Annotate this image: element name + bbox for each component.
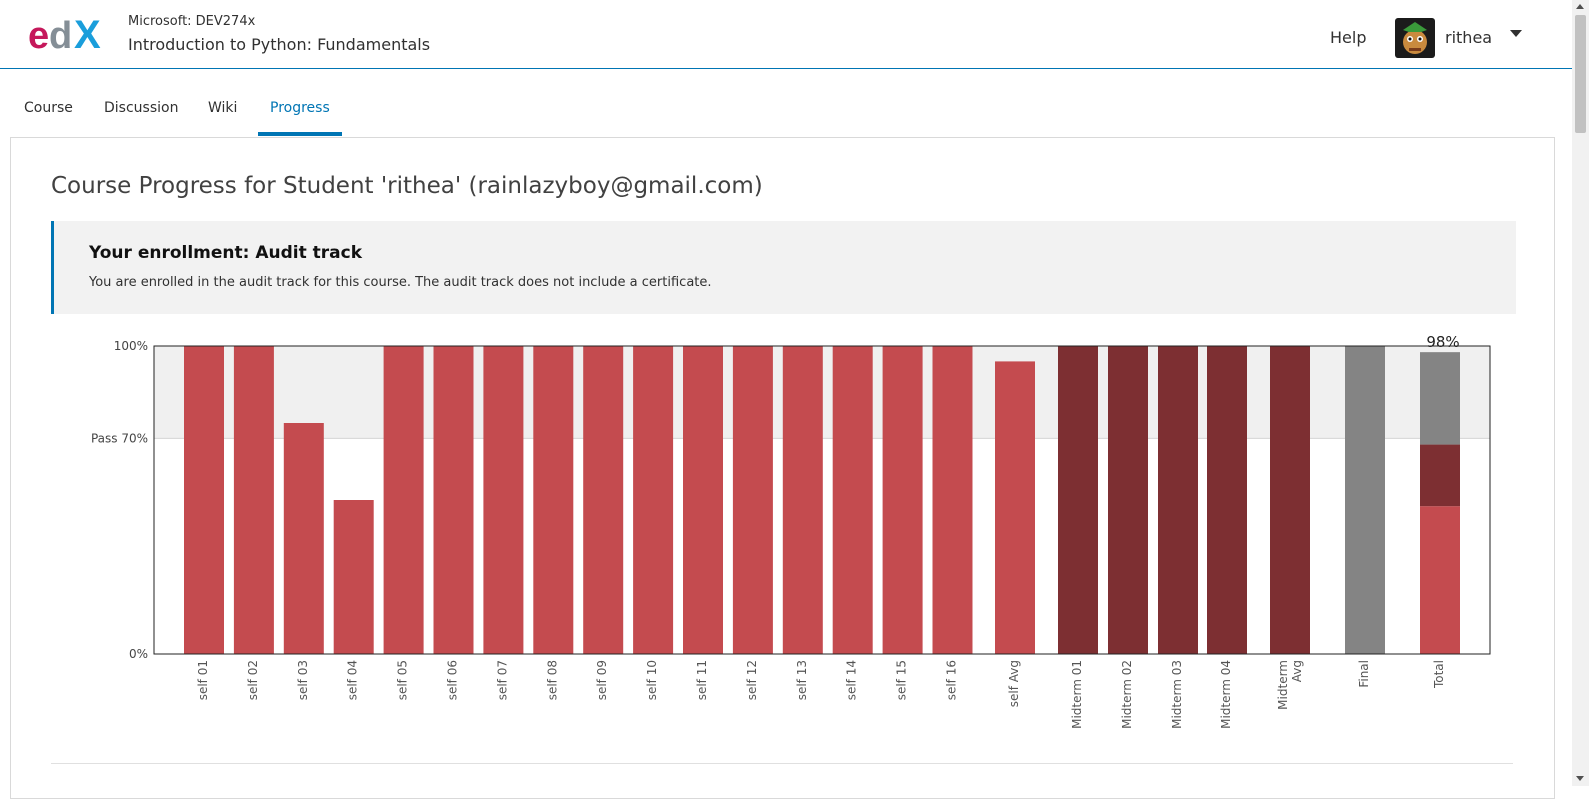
x-tick-label: Midterm 04 — [1219, 660, 1233, 729]
x-tick-label: self 13 — [795, 660, 809, 700]
y-tick-label: Pass 70% — [91, 431, 148, 445]
chart-bar — [533, 346, 574, 654]
x-tick-label: Midterm 01 — [1070, 660, 1084, 729]
chart-bar — [583, 346, 624, 654]
scroll-down-icon[interactable] — [1576, 776, 1584, 781]
x-tick-label: self 11 — [695, 660, 709, 700]
x-tick-label: self 08 — [545, 660, 559, 700]
chart-bar — [683, 346, 723, 654]
chart-bar — [633, 346, 674, 654]
x-tick-label: self 15 — [895, 660, 909, 700]
total-value-label: 98% — [1426, 333, 1459, 351]
x-tick-label: Total — [1432, 660, 1446, 689]
chart-bar — [732, 346, 773, 654]
x-tick-label: self 02 — [246, 660, 260, 700]
chart-bar — [1345, 346, 1385, 654]
x-tick-label: self Avg — [1007, 660, 1021, 707]
scrollbar-thumb[interactable] — [1575, 15, 1586, 133]
chart-bar — [1207, 346, 1247, 654]
chart-bar — [1158, 346, 1198, 654]
grade-chart: self 01 self 02 self 03 self 04 self 05 self … — [91, 333, 1491, 729]
chart-bar — [333, 500, 374, 654]
chart-bar — [283, 423, 324, 654]
x-tick-label: Final — [1357, 660, 1371, 688]
chart-bar — [233, 346, 274, 654]
chart-bar — [782, 346, 823, 654]
x-tick-label: self 05 — [396, 660, 410, 700]
x-tick-label: self 10 — [645, 660, 659, 700]
x-tick-label: self 12 — [745, 660, 759, 700]
x-tick-label: self 01 — [196, 660, 210, 700]
chart-bar-total-midterm — [1420, 444, 1460, 507]
chart-bar — [882, 346, 923, 654]
chart-bar — [184, 346, 224, 654]
chart-bar-total-self — [1420, 506, 1460, 654]
page-scrollbar[interactable] — [1572, 0, 1589, 786]
chart-bar — [1270, 346, 1310, 654]
x-tick-label: self 09 — [595, 660, 609, 700]
x-tick-label: Midterm 02 — [1120, 660, 1134, 729]
chart-bar — [433, 346, 474, 654]
x-tick-label: self 04 — [346, 660, 360, 700]
y-tick-label: 0% — [129, 647, 148, 661]
chart-bar — [832, 346, 873, 654]
chart-bar — [483, 346, 524, 654]
chart-bar — [932, 346, 973, 654]
x-tick-label: self 06 — [446, 660, 460, 700]
y-tick-label: 100% — [114, 339, 148, 353]
chart-bar — [995, 361, 1035, 654]
x-tick-label: self 03 — [296, 660, 310, 700]
chart-bar — [383, 346, 424, 654]
x-tick-label: Midterm 03 — [1170, 660, 1184, 729]
x-tick-label: self 16 — [945, 660, 959, 700]
x-tick-label: self 07 — [495, 660, 509, 700]
chart-bar — [1108, 346, 1148, 654]
x-tick-label: self 14 — [845, 660, 859, 700]
scroll-up-icon[interactable] — [1576, 4, 1584, 9]
chart-bar — [1058, 346, 1098, 654]
x-tick-label: MidtermAvg — [1276, 660, 1304, 710]
chart-bar-total-final — [1420, 352, 1460, 445]
